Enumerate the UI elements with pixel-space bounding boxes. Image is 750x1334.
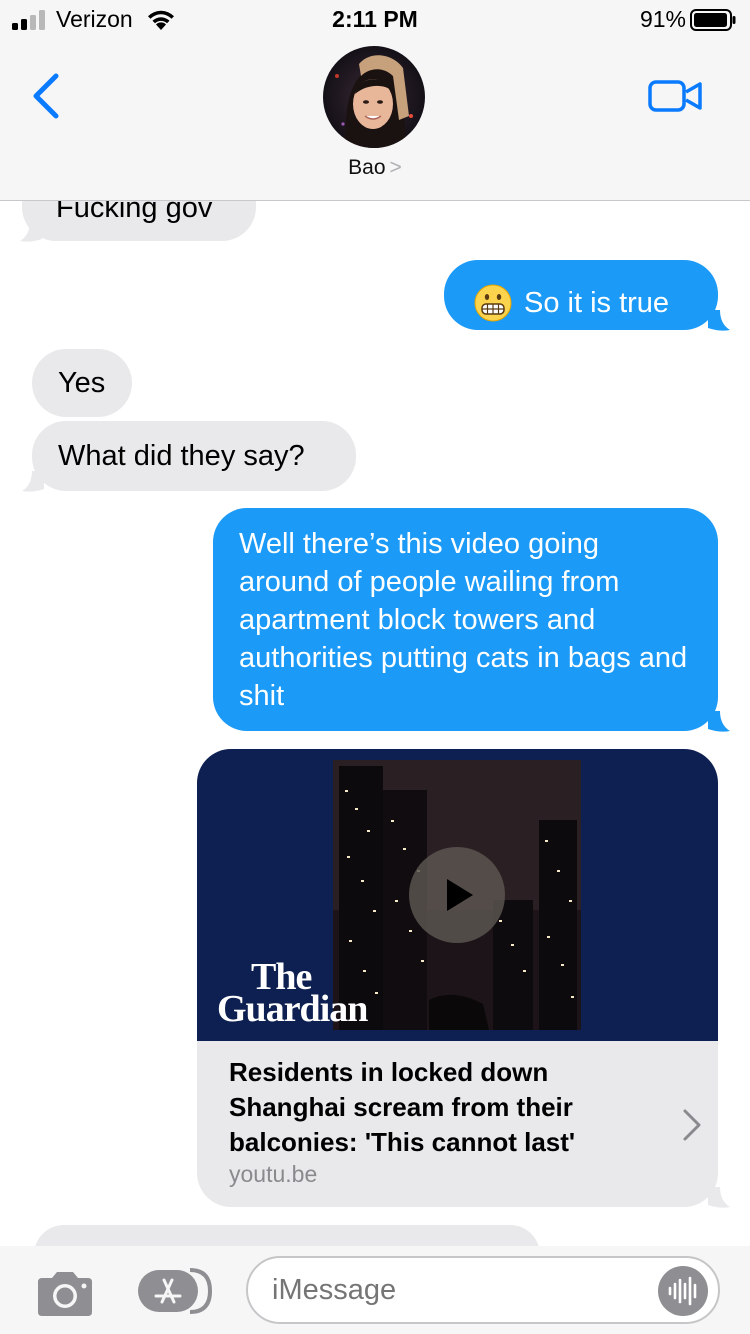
app-store-icon[interactable] — [136, 1266, 214, 1316]
message-input-bar — [0, 1246, 750, 1334]
bubble-tail-icon — [708, 711, 730, 732]
message-text: Fucking gov — [56, 201, 213, 224]
status-bar: Verizon 2:11 PM 91% — [0, 0, 750, 40]
contact-name-row[interactable]: Bao > — [0, 156, 750, 180]
bubble-tail-icon — [708, 1187, 730, 1208]
received-message[interactable]: Yes — [32, 349, 132, 417]
sent-message[interactable]: Well there’s this video going around of … — [213, 508, 718, 731]
guardian-logo: The Guardian — [217, 958, 368, 1028]
received-message[interactable]: Fucking gov — [22, 201, 256, 241]
audio-message-button[interactable] — [658, 1266, 708, 1316]
clock: 2:11 PM — [332, 6, 418, 32]
camera-icon[interactable] — [34, 1268, 96, 1318]
back-chevron-icon[interactable] — [28, 72, 64, 120]
grimacing-face-emoji-icon — [474, 284, 512, 322]
battery-percentage: 91% — [639, 6, 686, 32]
contact-avatar[interactable] — [323, 46, 425, 148]
message-field[interactable] — [246, 1256, 720, 1324]
message-input[interactable] — [272, 1274, 652, 1307]
battery-icon — [690, 9, 736, 31]
message-text: So it is true — [524, 287, 670, 319]
chevron-right-icon — [683, 1109, 701, 1141]
link-preview-title: Residents in locked down Shanghai scream… — [229, 1057, 576, 1157]
message-text: Well there’s this video going around of … — [239, 528, 688, 712]
sent-message[interactable]: So it is true — [444, 260, 718, 330]
play-button[interactable] — [409, 847, 505, 943]
link-preview-card[interactable]: The Guardian Residents in locked down Sh… — [197, 749, 718, 1207]
link-preview-domain: youtu.be — [229, 1161, 318, 1187]
logo-line-2: Guardian — [217, 988, 368, 1030]
received-message[interactable]: What did they say? — [32, 421, 356, 491]
contact-details-chevron-icon: > — [389, 156, 402, 179]
bubble-tail-icon — [22, 471, 44, 492]
message-text: Yes — [58, 367, 106, 399]
message-thread[interactable]: Fucking gov So it is true Yes What did t… — [0, 201, 750, 1246]
message-text: What did they say? — [58, 440, 305, 472]
waveform-icon — [668, 1276, 697, 1306]
facetime-video-icon[interactable] — [646, 76, 706, 116]
contact-name[interactable]: Bao — [348, 156, 385, 179]
link-preview-thumbnail[interactable]: The Guardian — [197, 749, 718, 1041]
bubble-tail-icon — [708, 310, 730, 331]
received-message-partial[interactable] — [34, 1225, 540, 1246]
play-icon — [447, 879, 473, 911]
bubble-tail-icon — [20, 221, 42, 242]
conversation-header: Verizon 2:11 PM 91% Bao > — [0, 0, 750, 201]
